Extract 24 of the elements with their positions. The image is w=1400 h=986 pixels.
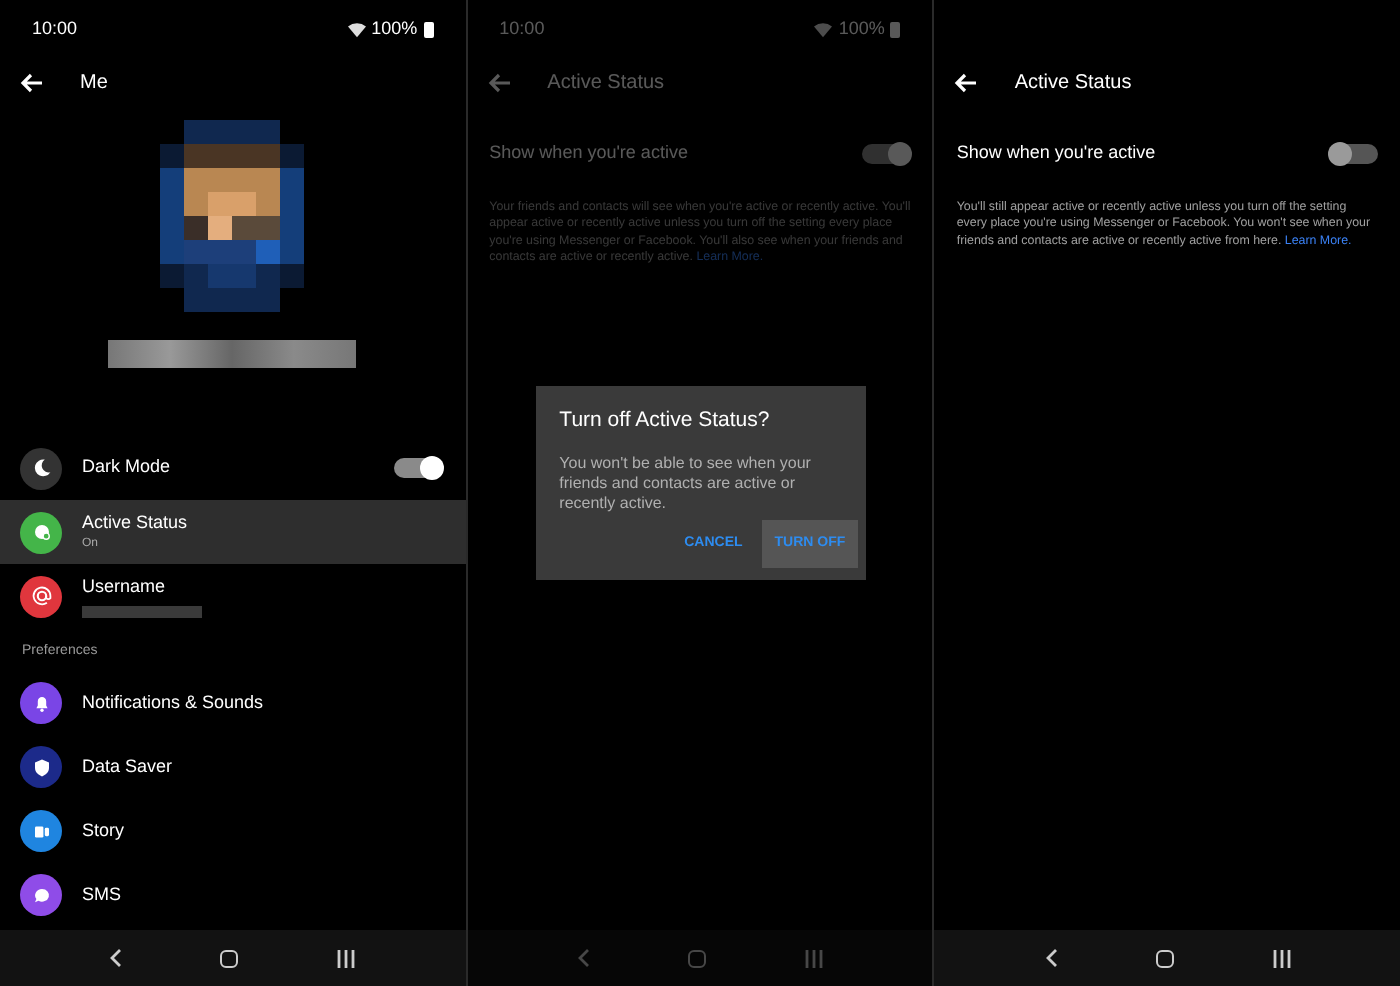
screen-title: Active Status <box>547 69 665 97</box>
item-label: Data Saver <box>82 753 173 780</box>
item-label: Dark Mode <box>82 454 173 481</box>
setting-label: Show when you're active <box>489 140 688 166</box>
settings-item[interactable]: Dark Mode <box>0 436 466 500</box>
setting-label: Show when you're active <box>956 140 1156 166</box>
settings-item[interactable]: Story <box>0 799 466 863</box>
settings-item[interactable]: Username <box>0 564 466 628</box>
settings-item[interactable]: Data Saver <box>0 735 466 799</box>
item-label: Notifications & Sounds <box>82 689 264 716</box>
item-label: Story <box>82 817 125 844</box>
settings-item[interactable]: SMS <box>0 863 466 927</box>
battery-percent: 100% <box>371 16 418 43</box>
clock-time: 10:00 <box>32 16 78 43</box>
dialog-message: You won't be able to see when your friends and contacts are active or recently active. <box>559 453 813 514</box>
item-label: Active Status <box>82 509 190 536</box>
screen-title: Active Status <box>1014 69 1132 97</box>
settings-item[interactable]: Notifications & Sounds <box>0 671 466 735</box>
screen-title: Me <box>80 69 108 97</box>
item-label: Username <box>82 574 168 601</box>
dialog-title: Turn off Active Status? <box>559 406 772 436</box>
clock-time: 10:00 <box>499 16 545 43</box>
battery-percent: 100% <box>838 16 885 43</box>
item-label: SMS <box>82 881 122 908</box>
